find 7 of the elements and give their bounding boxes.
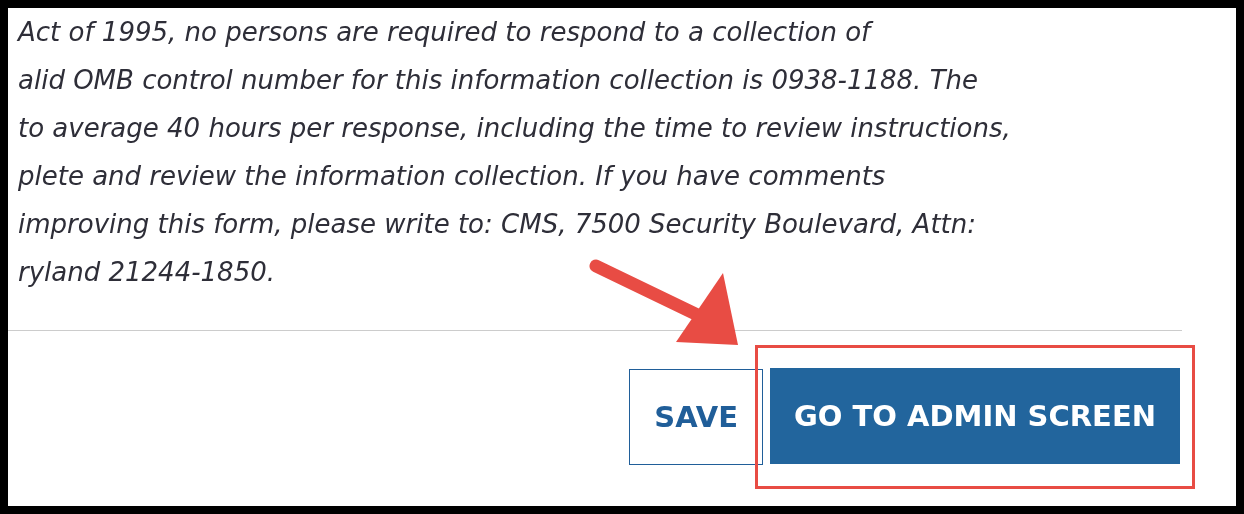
paragraph-line: ryland 21244-1850. [18, 256, 275, 289]
paragraph-line: to average 40 hours per response, including the time to review instructions, [18, 112, 1011, 145]
admin-screen-button[interactable]: GO TO ADMIN SCREEN [770, 368, 1180, 464]
paragraph-line: alid OMB control number for this information collection is 0938-1188. The [18, 64, 978, 97]
paragraph-line: plete and review the information collection. If you have comments [18, 160, 886, 193]
save-button[interactable]: SAVE [629, 369, 763, 465]
paragraph-line: improving this form, please write to: CMS, 7500 Security Boulevard, Attn: [18, 208, 977, 241]
